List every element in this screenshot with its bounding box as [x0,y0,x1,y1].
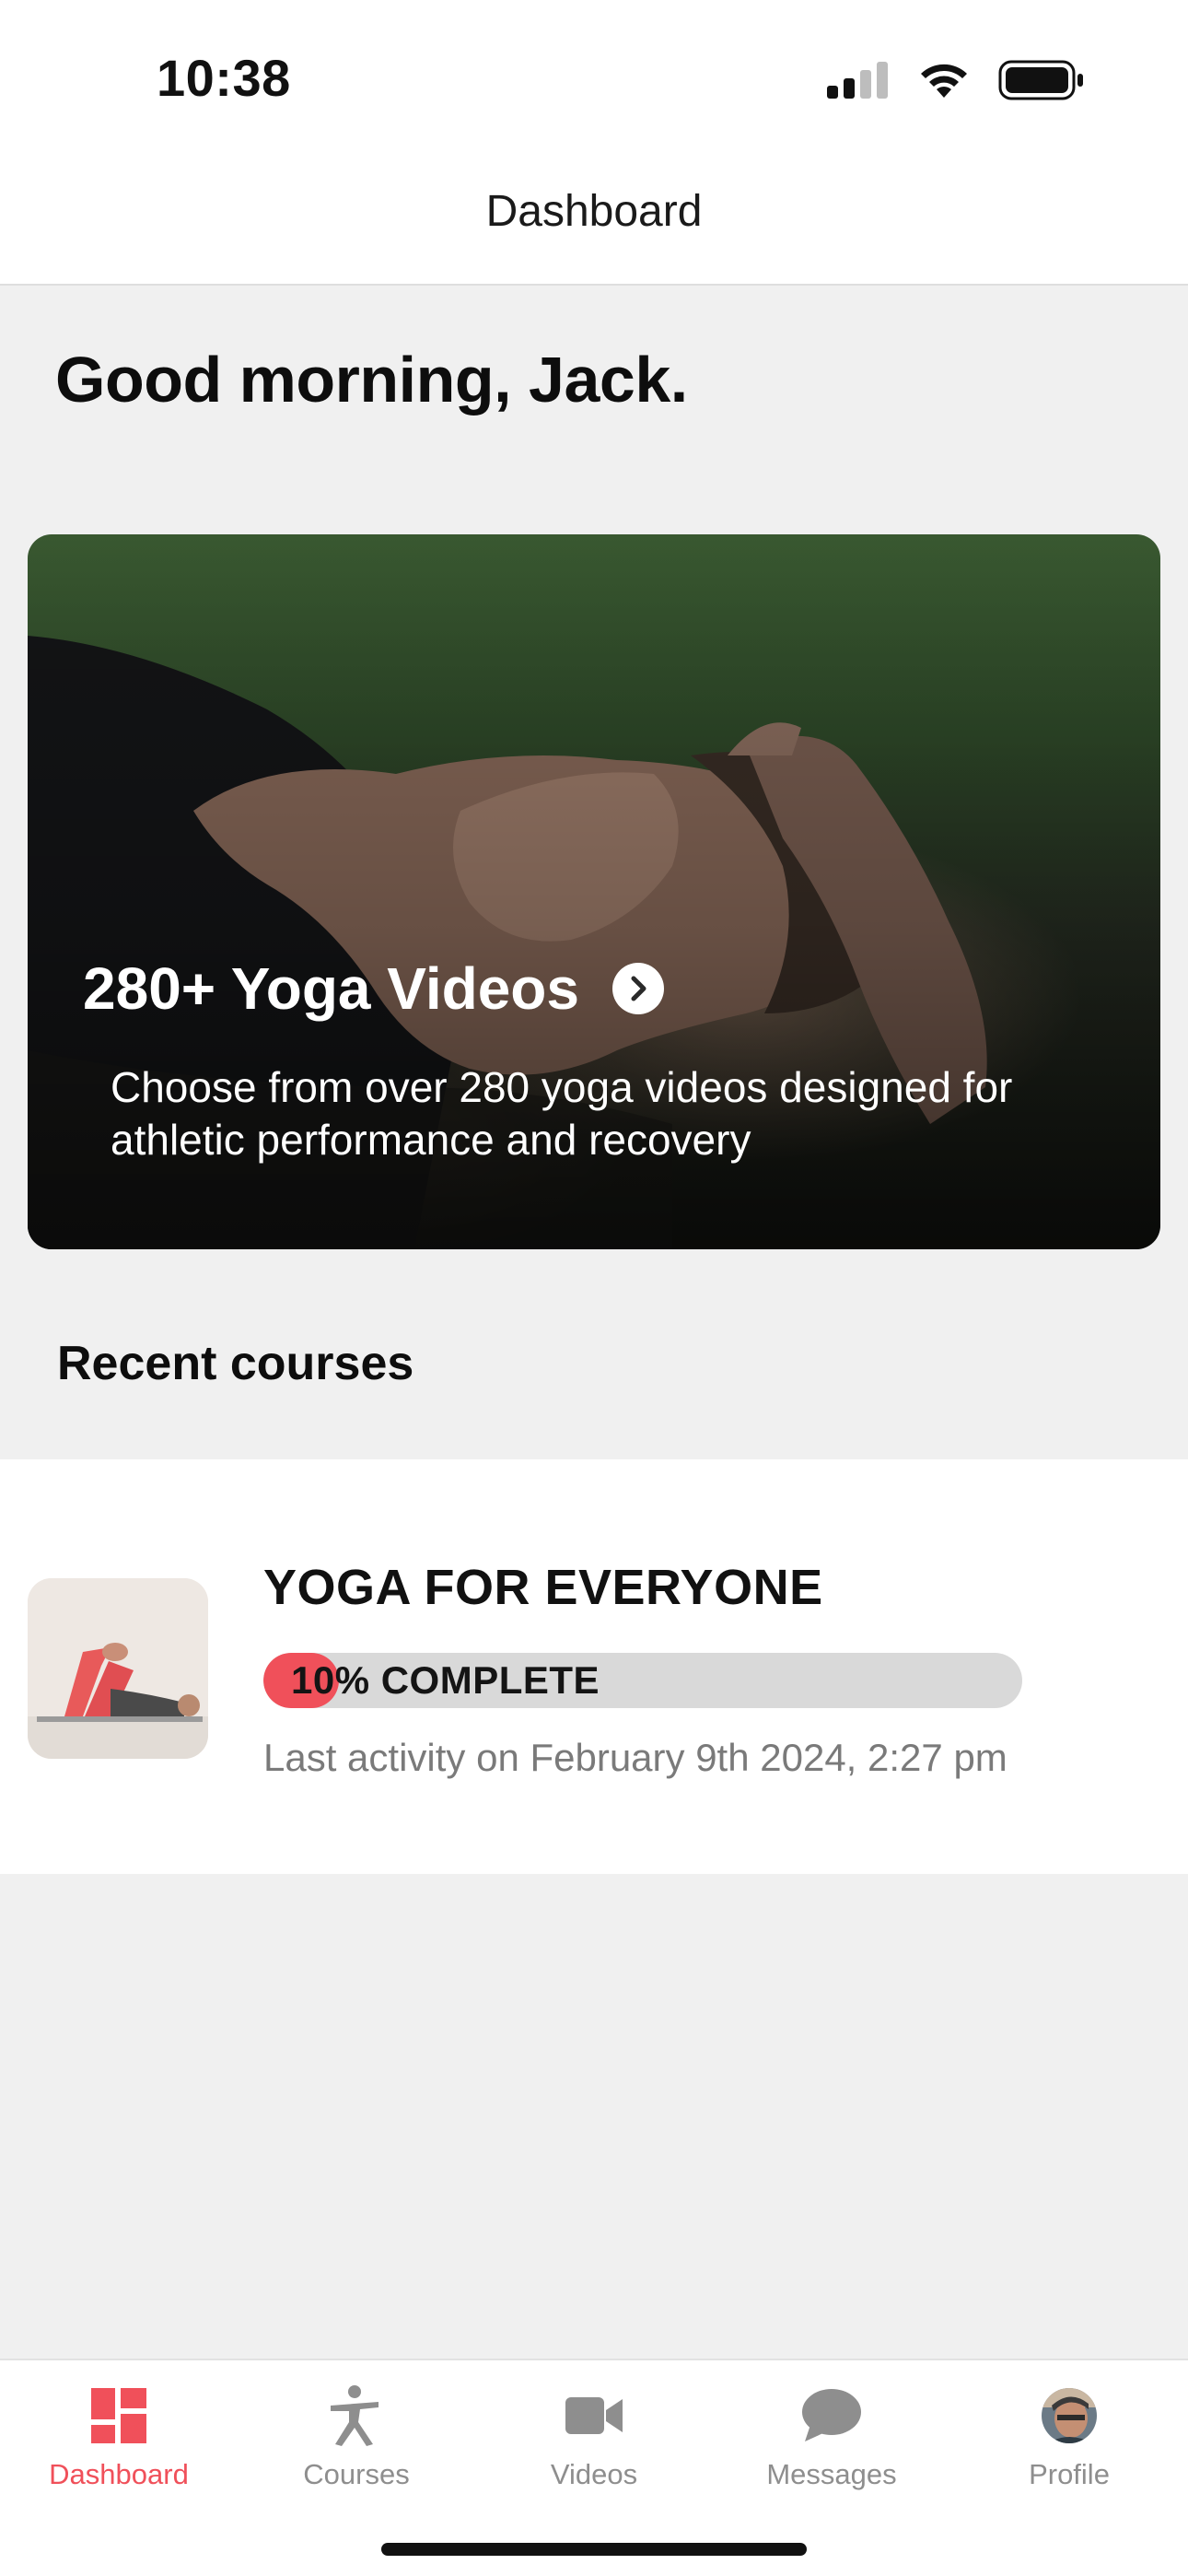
chat-bubble-icon [801,2381,862,2451]
tab-profile[interactable]: Profile [950,2360,1188,2508]
tab-videos[interactable]: Videos [475,2360,713,2508]
nav-header: Dashboard [0,161,1188,286]
cellular-signal-icon [827,62,888,99]
tab-messages[interactable]: Messages [713,2360,950,2508]
hero-title-row[interactable]: 280+ Yoga Videos [83,954,664,1023]
dashboard-grid-icon [91,2381,146,2451]
greeting-text: Good morning, Jack. [55,344,688,416]
course-title: YOGA FOR EVERYONE [263,1560,823,1615]
tab-label: Courses [303,2458,410,2490]
tab-label: Videos [550,2458,638,2490]
page-title: Dashboard [485,187,703,236]
course-progress-bar: 10% COMPLETE [263,1653,1022,1708]
status-time: 10:38 [157,49,291,107]
wifi-icon [921,64,967,98]
tab-label: Dashboard [49,2458,189,2490]
tab-label: Profile [1029,2458,1110,2490]
tab-dashboard[interactable]: Dashboard [0,2360,238,2508]
hero-title: 280+ Yoga Videos [83,955,579,1022]
last-activity-text: Last activity on February 9th 2024, 2:27… [263,1736,1007,1779]
course-card[interactable]: YOGA FOR EVERYONE 10% COMPLETE Last acti… [0,1459,1188,1874]
profile-avatar-icon [1041,2381,1098,2451]
progress-label: 10% COMPLETE [291,1658,600,1702]
tab-label: Messages [766,2458,897,2490]
status-icons [825,57,1085,103]
home-indicator [381,2543,807,2556]
course-thumbnail [28,1578,208,1759]
video-camera-icon [565,2381,623,2451]
chevron-right-circle-icon[interactable] [611,963,664,1014]
recent-courses-heading: Recent courses [57,1337,414,1390]
battery-icon [998,60,1083,100]
status-bar: 10:38 [0,0,1188,161]
tab-courses[interactable]: Courses [238,2360,475,2508]
hero-description: Choose from over 280 yoga videos designe… [111,1063,1013,1164]
yoga-pose-icon [327,2381,386,2451]
